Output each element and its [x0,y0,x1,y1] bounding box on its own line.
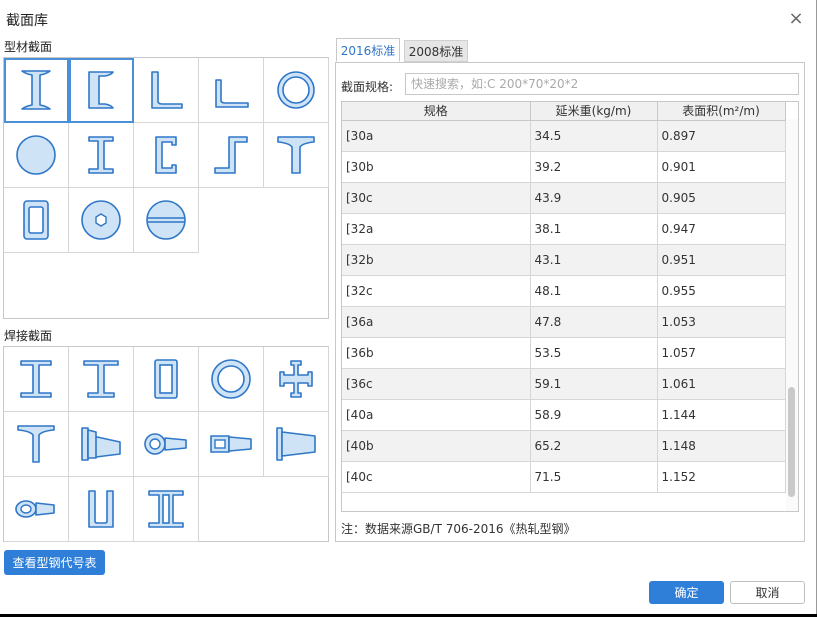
welded-tube-icon[interactable] [199,347,264,412]
table-row[interactable]: [40b 65.2 1.148 [342,430,786,462]
double-i-icon[interactable] [134,477,199,542]
cell-area: 1.148 [657,430,786,462]
table-row[interactable]: [30c 43.9 0.905 [342,182,786,214]
table-header-row: 规格 延米重(kg/m) 表面积(m²/m) [342,102,786,121]
cell-area: 0.897 [657,120,786,152]
t-section-icon[interactable] [264,123,329,188]
rolled-sections-grid [3,57,329,319]
tab-2008-standard[interactable]: 2008标准 [404,40,468,62]
cell-weight: 39.2 [530,151,658,183]
section-spec-label: 截面规格: [341,80,394,94]
col-header-area[interactable]: 表面积(m²/m) [657,102,786,121]
cell-weight: 43.1 [530,244,658,276]
data-source-note: 注：数据来源GB/T 706-2016《热轧型钢》 [341,522,576,536]
equal-angle-icon[interactable] [134,58,199,123]
cell-weight: 38.1 [530,213,658,245]
table-row[interactable]: [32b 43.1 0.951 [342,244,786,276]
round-tube-icon[interactable] [264,58,329,123]
cell-spec: [30a [342,120,531,152]
cell-spec: [40c [342,461,531,493]
rect-tube-icon[interactable] [4,188,69,253]
cell-weight: 71.5 [530,461,658,493]
welded-t-icon[interactable] [4,412,69,477]
table-row[interactable]: [32c 48.1 0.955 [342,275,786,307]
table-row[interactable]: [30a 34.5 0.897 [342,120,786,152]
cell-spec: [30b [342,151,531,183]
tapered-h-icon[interactable] [264,412,329,477]
cell-weight: 47.8 [530,306,658,338]
cell-weight: 48.1 [530,275,658,307]
cell-spec: [40b [342,430,531,462]
tapered-ellipse-icon[interactable] [4,477,69,542]
table-row[interactable]: [36b 53.5 1.057 [342,337,786,369]
cell-area: 1.144 [657,399,786,431]
channel-icon[interactable] [69,58,134,123]
welded-sections-label: 焊接截面 [4,329,53,343]
cell-weight: 53.5 [530,337,658,369]
h-beam-icon[interactable] [69,123,134,188]
welded-sections-grid [3,346,329,542]
rolled-sections-label: 型材截面 [4,40,53,54]
welded-cross-icon[interactable] [264,347,329,412]
cell-area: 1.061 [657,368,786,400]
welded-box-icon[interactable] [134,347,199,412]
cell-spec: [32a [342,213,531,245]
cell-weight: 34.5 [530,120,658,152]
cell-spec: [36c [342,368,531,400]
cell-area: 1.053 [657,306,786,338]
col-header-spec[interactable]: 规格 [342,102,531,121]
hex-nut-icon[interactable] [69,188,134,253]
cell-spec: [40a [342,399,531,431]
tapered-i-icon[interactable] [69,412,134,477]
section-library-dialog: 截面库 × 型材截面 焊接截面 查看型钢代号表 2016标准 2008标准 截面… [0,0,817,614]
solid-round-icon[interactable] [4,123,69,188]
cell-spec: [32b [342,244,531,276]
table-row[interactable]: [40c 71.5 1.152 [342,461,786,493]
lipped-channel-icon[interactable] [134,123,199,188]
table-scrollbar-thumb[interactable] [788,387,795,497]
table-scrollbar[interactable] [786,119,798,511]
tab-2016-standard[interactable]: 2016标准 [336,38,400,62]
table-row[interactable]: [32a 38.1 0.947 [342,213,786,245]
cell-area: 0.901 [657,151,786,183]
close-icon[interactable]: × [786,9,806,29]
cell-weight: 59.1 [530,368,658,400]
col-header-weight[interactable]: 延米重(kg/m) [530,102,658,121]
table-row[interactable]: [30b 39.2 0.901 [342,151,786,183]
cell-weight: 65.2 [530,430,658,462]
cell-weight: 58.9 [530,399,658,431]
cell-area: 0.905 [657,182,786,214]
cell-spec: [32c [342,275,531,307]
semicircle-split-icon[interactable] [134,188,199,253]
cell-spec: [36a [342,306,531,338]
section-table: 规格 延米重(kg/m) 表面积(m²/m) [30a 34.5 0.897 [30… [341,101,799,512]
cell-spec: [36b [342,337,531,369]
welded-h-icon[interactable] [69,347,134,412]
unequal-angle-icon[interactable] [199,58,264,123]
cancel-button[interactable]: 取消 [730,581,805,604]
cell-area: 1.152 [657,461,786,493]
view-steel-code-table-button[interactable]: 查看型钢代号表 [4,550,105,575]
cell-area: 0.951 [657,244,786,276]
ok-button[interactable]: 确定 [649,581,724,604]
tapered-box-icon[interactable] [199,412,264,477]
tapered-tube-icon[interactable] [134,412,199,477]
z-section-icon[interactable] [199,123,264,188]
section-spec-search-input[interactable] [405,73,799,95]
i-beam-icon[interactable] [4,58,69,123]
cell-area: 0.955 [657,275,786,307]
welded-i-icon[interactable] [4,347,69,412]
welded-u-icon[interactable] [69,477,134,542]
cell-weight: 43.9 [530,182,658,214]
table-row[interactable]: [36c 59.1 1.061 [342,368,786,400]
cell-area: 0.947 [657,213,786,245]
cell-area: 1.057 [657,337,786,369]
dialog-title: 截面库 [6,13,48,29]
table-row[interactable]: [36a 47.8 1.053 [342,306,786,338]
table-row[interactable]: [40a 58.9 1.144 [342,399,786,431]
cell-spec: [30c [342,182,531,214]
